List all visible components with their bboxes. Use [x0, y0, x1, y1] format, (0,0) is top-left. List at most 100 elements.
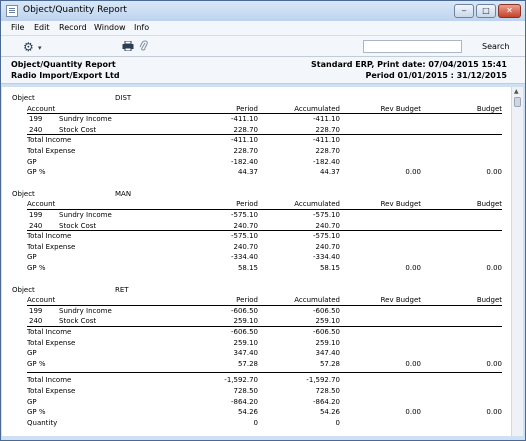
- object-code: DIST: [115, 94, 132, 102]
- total-row: GP % 58.15 58.15 0.00 0.00: [2, 263, 511, 273]
- period-value: 44.37: [237, 168, 258, 177]
- column-header-row: Account Period Accumulated Rev Budget Budget: [2, 199, 511, 209]
- object-label: Object: [12, 285, 35, 294]
- accumulated-value: -411.10: [312, 136, 340, 145]
- total-label: Total Expense: [27, 147, 76, 155]
- column-account: Account: [27, 104, 56, 113]
- chevron-down-icon[interactable]: ▾: [38, 42, 42, 54]
- accumulated-value: -1,592.70: [306, 376, 340, 385]
- period-value: 58.15: [237, 264, 258, 272]
- search-button[interactable]: Search: [482, 42, 509, 51]
- title-bar[interactable]: Object/Quantity Report ‒ □ ✕: [1, 1, 525, 21]
- total-row: GP -334.40 -334.40: [2, 252, 511, 262]
- account-row: 240 Stock Cost 259.10 259.10: [2, 316, 511, 326]
- accumulated-value: 0: [335, 418, 340, 427]
- menu-window[interactable]: Window: [94, 23, 126, 32]
- accumulated-value: 240.70: [315, 242, 341, 251]
- menu-info[interactable]: Info: [134, 23, 149, 32]
- search-input[interactable]: [363, 40, 462, 53]
- paperclip-icon[interactable]: [139, 40, 148, 52]
- report-period: Period 01/01/2015 : 31/12/2015: [365, 71, 507, 80]
- scroll-thumb[interactable]: [514, 97, 521, 107]
- column-period: Period: [236, 200, 258, 209]
- total-label: GP %: [27, 359, 46, 368]
- printer-icon[interactable]: [122, 41, 134, 51]
- account-code: 199: [29, 211, 43, 219]
- period-value: -864.20: [230, 397, 258, 406]
- total-label: Quantity: [27, 418, 58, 427]
- column-accumulated: Accumulated: [294, 200, 340, 209]
- total-label: Total Expense: [27, 387, 76, 395]
- period-value: 0: [253, 418, 258, 427]
- total-label: GP: [27, 253, 37, 262]
- object-row: Object MAN: [2, 189, 511, 199]
- total-row: GP % 54.26 54.26 0.00 0.00: [2, 407, 511, 417]
- account-name: Sundry Income: [59, 306, 112, 315]
- accumulated-value: 259.10: [315, 317, 341, 326]
- account-name: Stock Cost: [59, 317, 97, 326]
- report-window-icon: [6, 5, 18, 17]
- company-name: Radio Import/Export Ltd: [11, 71, 120, 80]
- accumulated-value: 58.15: [319, 264, 340, 272]
- menu-edit[interactable]: Edit: [34, 23, 50, 32]
- column-header-row: Account Period Accumulated Rev Budget Budget: [2, 104, 511, 114]
- period-value: 347.40: [233, 349, 259, 358]
- budget-value: 0.00: [486, 264, 502, 272]
- total-label: GP %: [27, 408, 46, 417]
- accumulated-value: 347.40: [315, 349, 341, 358]
- budget-value: 0.00: [486, 408, 502, 417]
- period-value: 228.70: [233, 125, 259, 134]
- accumulated-value: 228.70: [315, 125, 341, 134]
- maximize-button[interactable]: □: [476, 4, 496, 18]
- total-label: GP %: [27, 168, 46, 177]
- period-value: -575.10: [230, 211, 258, 219]
- column-period: Period: [236, 296, 258, 305]
- column-budget: Budget: [476, 200, 502, 209]
- minimize-button[interactable]: ‒: [454, 4, 474, 18]
- account-row: 199 Sundry Income -606.50 -606.50: [2, 306, 511, 316]
- column-header-row: Account Period Accumulated Rev Budget Budget: [2, 295, 511, 305]
- period-value: 228.70: [233, 147, 259, 155]
- accumulated-value: 228.70: [315, 147, 341, 155]
- close-button[interactable]: ✕: [498, 4, 521, 18]
- menu-file[interactable]: File: [11, 23, 24, 32]
- period-value: -182.40: [230, 157, 258, 166]
- total-row: GP % 57.28 57.28 0.00 0.00: [2, 359, 511, 369]
- menu-record[interactable]: Record: [59, 23, 87, 32]
- total-row: Total Expense 240.70 240.70: [2, 242, 511, 252]
- column-budget: Budget: [476, 296, 502, 305]
- accumulated-value: -864.20: [312, 397, 340, 406]
- total-row: Total Income -575.10 -575.10: [2, 231, 511, 241]
- total-row: Total Expense 259.10 259.10: [2, 338, 511, 348]
- column-account: Account: [27, 200, 56, 209]
- total-row: Total Income -1,592.70 -1,592.70: [2, 375, 511, 385]
- scroll-up-icon[interactable]: ▲: [514, 88, 519, 95]
- total-label: GP %: [27, 264, 46, 272]
- accumulated-value: 54.26: [319, 408, 340, 417]
- gear-icon[interactable]: ⚙: [23, 41, 34, 53]
- total-row: Total Expense 728.50 728.50: [2, 386, 511, 396]
- accumulated-value: -575.10: [312, 232, 340, 241]
- rev-budget-value: 0.00: [405, 168, 421, 177]
- account-row: 199 Sundry Income -575.10 -575.10: [2, 210, 511, 220]
- period-value: -334.40: [230, 253, 258, 262]
- total-row: Total Income -411.10 -411.10: [2, 135, 511, 145]
- period-value: 54.26: [237, 408, 258, 417]
- column-accumulated: Accumulated: [294, 104, 340, 113]
- total-row: GP 347.40 347.40: [2, 348, 511, 358]
- period-value: 240.70: [233, 242, 259, 251]
- total-row: Total Expense 228.70 228.70: [2, 146, 511, 156]
- account-name: Sundry Income: [59, 115, 112, 124]
- account-row: 199 Sundry Income -411.10 -411.10: [2, 114, 511, 124]
- period-value: 259.10: [233, 317, 259, 326]
- accumulated-value: -606.50: [312, 306, 340, 315]
- account-name: Stock Cost: [59, 221, 97, 230]
- vertical-scrollbar[interactable]: ▲: [511, 87, 523, 436]
- report-body[interactable]: Object DIST Account Period Accumulated Rev Bu…: [2, 87, 511, 436]
- report-window: Object/Quantity Report ‒ □ ✕ File Edit R…: [0, 0, 526, 441]
- total-label: Total Income: [27, 232, 72, 241]
- object-row: Object RET: [2, 285, 511, 295]
- rev-budget-value: 0.00: [405, 264, 421, 272]
- accumulated-value: 57.28: [319, 359, 340, 368]
- accumulated-value: -411.10: [312, 115, 340, 124]
